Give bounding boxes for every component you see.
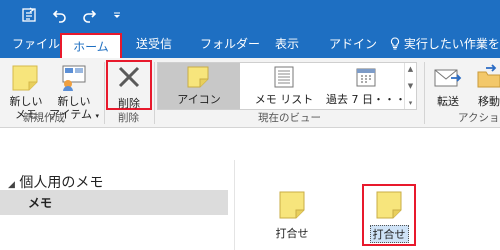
ribbon-tab-bar: ファイル ホーム 送受信 フォルダー 表示 アドイン 実行したい作業を入 (0, 30, 500, 58)
sticky-note-icon (375, 190, 403, 220)
undo-icon[interactable] (51, 6, 69, 24)
forward-envelope-icon (433, 64, 463, 95)
forward-button[interactable]: 転送 (430, 64, 466, 108)
tab-file[interactable]: ファイル (10, 30, 62, 58)
sticky-note-icon (186, 66, 212, 91)
delete-x-icon (116, 64, 142, 93)
gallery-more-icon[interactable]: ▾ (409, 99, 413, 107)
move-button[interactable]: 移動 (474, 64, 500, 108)
group-separator (154, 62, 155, 124)
chevron-up-icon[interactable]: ▲ (408, 65, 413, 73)
tell-me-box[interactable]: 実行したい作業を入 (390, 30, 500, 58)
collapse-triangle-icon: ◢ (8, 180, 15, 190)
nav-folder-header[interactable]: ◢ 個人用のメモ (8, 172, 103, 192)
customize-qat-icon[interactable] (108, 6, 126, 24)
delete-button[interactable]: 削除 (108, 64, 150, 110)
tab-home[interactable]: ホーム (60, 33, 122, 58)
note-item-selected[interactable]: 打合せ (366, 190, 412, 243)
list-view-icon (272, 66, 296, 91)
group-label-current-view: 現在のビュー (258, 112, 321, 124)
lightbulb-icon (390, 37, 404, 51)
redo-icon[interactable] (80, 6, 98, 24)
view-option-icon[interactable]: アイコン (158, 63, 240, 109)
group-label-actions: アクション (458, 112, 500, 124)
ribbon-home: 新しい メモ 新しい アイテム ▾ 新規作成 削除 削除 アイコン メモ リスト… (0, 58, 500, 128)
tell-me-text: 実行したい作業を入 (403, 37, 500, 51)
title-bar (0, 0, 500, 30)
tab-folder[interactable]: フォルダー (198, 30, 262, 58)
view-option-note-list[interactable]: メモ リスト (244, 63, 324, 109)
calendar-icon (354, 66, 378, 91)
sticky-note-icon (278, 190, 306, 220)
tab-send-receive[interactable]: 送受信 (134, 30, 174, 58)
group-separator (424, 62, 425, 124)
sticky-note-icon (11, 64, 41, 95)
gallery-scrollbar[interactable]: ▲ ▼ ▾ (404, 63, 416, 109)
send-receive-icon[interactable] (20, 6, 38, 24)
tab-view[interactable]: 表示 (273, 30, 301, 58)
pane-divider (234, 160, 235, 250)
note-title: 打合せ (369, 225, 409, 243)
chevron-down-icon: ▾ (95, 112, 99, 120)
note-title: 打合せ (275, 227, 309, 240)
tab-addins[interactable]: アドイン (327, 30, 379, 58)
move-folder-icon (476, 64, 500, 95)
group-label-new: 新規作成 (23, 112, 65, 124)
group-label-delete: 削除 (118, 112, 139, 124)
note-item[interactable]: 打合せ (268, 190, 316, 241)
chevron-down-icon[interactable]: ▼ (408, 82, 413, 90)
new-items-icon (59, 64, 89, 95)
current-view-gallery: アイコン メモ リスト 過去 7 日・・・ ▲ ▼ ▾ (157, 62, 417, 110)
view-option-last-7-days[interactable]: 過去 7 日・・・ (326, 63, 406, 109)
nav-item-notes-label: メモ (28, 196, 53, 210)
nav-item-notes[interactable]: メモ (0, 190, 228, 215)
group-separator (104, 62, 105, 124)
